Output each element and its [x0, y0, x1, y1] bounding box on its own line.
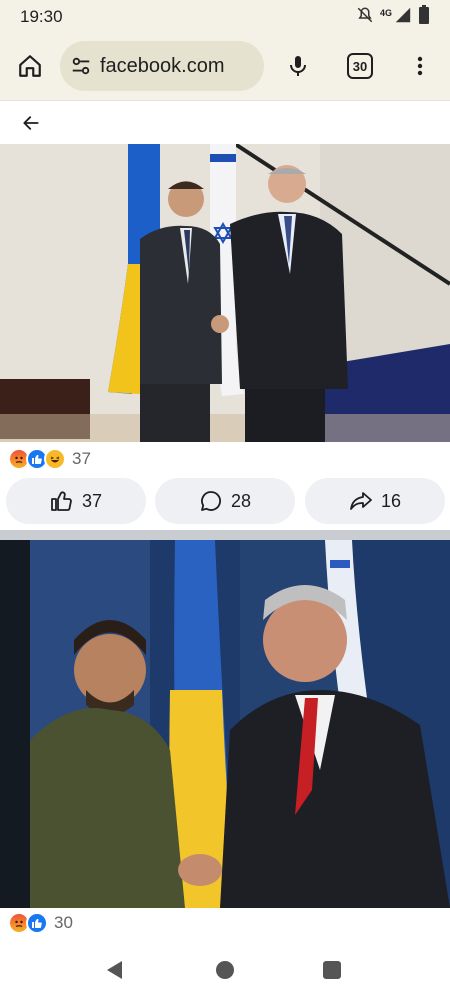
voice-search-button[interactable] — [282, 50, 314, 82]
share-count: 16 — [380, 490, 402, 511]
screen: 19:30 4G facebook.com 30 37 37 28 16 30 — [0, 0, 450, 1000]
comment-count: 28 — [230, 490, 252, 511]
site-settings-icon[interactable] — [70, 55, 92, 77]
microphone-icon — [290, 56, 306, 76]
status-time: 19:30 — [20, 7, 63, 26]
browser-toolbar: facebook.com 30 — [0, 34, 450, 100]
home-button[interactable] — [14, 50, 46, 82]
like-count: 37 — [81, 490, 103, 511]
post-photo-2[interactable] — [0, 540, 450, 908]
tab-switcher-button[interactable]: 30 — [347, 53, 373, 79]
nav-home-button[interactable] — [216, 961, 234, 979]
mute-icon — [356, 6, 374, 29]
thumbs-up-icon — [51, 491, 72, 511]
more-vert-icon — [417, 56, 423, 76]
url-text: facebook.com — [100, 54, 225, 77]
battery-icon — [418, 4, 430, 30]
signal-icon — [394, 6, 412, 29]
post-2-reactions[interactable]: 30 — [8, 910, 73, 936]
comment-button[interactable]: 28 — [155, 478, 295, 524]
photo-2-illustration — [0, 540, 450, 908]
nav-back-button[interactable] — [106, 960, 124, 985]
share-icon — [350, 492, 372, 510]
home-icon — [19, 55, 41, 77]
status-bar: 19:30 4G — [0, 0, 450, 34]
back-button[interactable] — [18, 110, 44, 136]
post-1-actions: 37 28 16 — [0, 478, 450, 526]
comment-icon — [201, 491, 221, 511]
post-1-reaction-count: 37 — [72, 449, 91, 468]
page-header — [0, 100, 450, 142]
post-photo-1[interactable] — [0, 144, 450, 442]
browser-menu-button[interactable] — [404, 50, 436, 82]
arrow-left-icon — [23, 116, 39, 130]
like-button[interactable]: 37 — [6, 478, 146, 524]
haha-reaction-icon — [44, 448, 66, 470]
system-nav-bar — [0, 940, 450, 1000]
post-2-reaction-count: 30 — [54, 913, 73, 932]
photo-1-illustration — [0, 144, 450, 442]
share-button[interactable]: 16 — [305, 478, 445, 524]
nav-recents-button[interactable] — [323, 961, 341, 979]
address-bar[interactable]: facebook.com — [60, 41, 264, 91]
status-icons: 4G — [356, 4, 430, 30]
like-reaction-icon — [26, 912, 48, 934]
post-1-reactions[interactable]: 37 — [8, 446, 91, 472]
feed-divider — [0, 530, 450, 540]
triangle-back-icon — [107, 961, 122, 979]
network-label: 4G — [379, 8, 392, 18]
